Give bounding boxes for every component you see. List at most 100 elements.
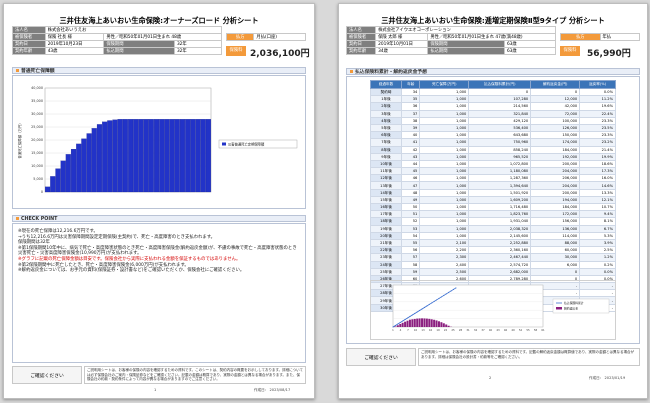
table-cell: 13年後	[369, 181, 403, 190]
x-tick-label: 55	[526, 328, 530, 332]
table-cell: 23.2%	[579, 138, 616, 147]
premium-point	[450, 290, 452, 292]
check-point-box: ※現在の死亡保障は12,216.6万円です。 →うち12,216.6万円は災害保…	[12, 223, 306, 363]
table-cell: 49	[401, 195, 421, 205]
table-cell: 1,000	[419, 123, 470, 133]
table-cell: 1,000	[419, 174, 470, 183]
legend: 災害普通死亡定期保障額	[218, 139, 298, 149]
x-tick-label: 52	[519, 328, 523, 332]
table-cell: 21年後	[369, 238, 403, 248]
bar	[159, 119, 165, 193]
insured-detail: 男性／昭和50年01月01日生まれ 47歳(満48歳)	[427, 33, 556, 41]
premium-point	[392, 326, 394, 328]
surrender-bar	[437, 321, 440, 327]
premium-amount: 56,990円	[587, 49, 631, 59]
section-marker-icon	[16, 217, 19, 220]
table-cell: 5年後	[369, 123, 403, 133]
table-cell: 15年後	[369, 195, 403, 205]
table-cell: 1,000	[419, 152, 470, 161]
x-tick-label: 43	[496, 328, 500, 332]
table-cell: 1,000	[419, 138, 470, 147]
corporation-name: 株式会社あいうえお	[44, 26, 223, 34]
bar	[143, 119, 149, 193]
premium-point	[433, 300, 435, 303]
label-pay-period: 払込期間	[103, 47, 175, 55]
insured-name: 保険 社長 様	[44, 33, 105, 41]
death-benefit-bar-chart: 0 5,000 10,000 15,000 20,000 25,000 30,000 35,0…	[17, 86, 298, 194]
table-cell: 51	[401, 210, 421, 219]
section-header-check-point: CHECK POINT	[12, 215, 306, 222]
table-cell: 23.3%	[579, 116, 616, 125]
table-row: 23年後 57 2,300 2,467,440 30,000 1.2%	[369, 253, 616, 262]
surrender-bar	[445, 324, 448, 327]
table-cell: 3.9%	[579, 238, 616, 248]
table-cell: 643,680	[468, 131, 532, 140]
table-cell: 174,000	[530, 138, 581, 147]
table-cell: 36	[401, 102, 421, 111]
bar	[81, 138, 87, 193]
table-cell: 2,300	[419, 253, 470, 262]
table-cell: 1,000	[419, 167, 470, 176]
table-cell: 172,000	[530, 210, 581, 219]
disclaimer-note: ご説明用シートは、お客様の保険の内容を確認するための資料です。このシートは、契約…	[84, 366, 306, 384]
label-pay-method: 払方	[225, 33, 255, 41]
table-cell: 184,000	[530, 145, 581, 154]
table-cell: 54	[401, 231, 421, 240]
table-header-cell: 年齢	[401, 80, 421, 89]
bar	[138, 119, 144, 193]
contract-age: 34歳	[375, 47, 429, 55]
surrender-bar	[406, 320, 409, 327]
label-premium: 保険料	[560, 46, 580, 56]
label-term: 保険期間	[103, 40, 175, 48]
table-cell: 100,000	[530, 116, 581, 125]
table-cell: 23.5%	[579, 123, 616, 133]
table-row: 2年後 36 1,000 214,560 42,000 19.6%	[369, 102, 616, 111]
x-tick-label: 31	[466, 328, 470, 332]
table-cell: 1,287,360	[468, 174, 532, 183]
bar	[148, 119, 154, 193]
disclaimer-note: ご説明用シートは、お客様の保険の内容を確認するための資料です。記載の解約返戻金額…	[418, 348, 640, 366]
section-header-surrender: 払込保険料累計・解約返戻金予想	[346, 68, 640, 75]
bar	[128, 119, 134, 193]
table-cell: 204,000	[530, 181, 581, 190]
premium-amount: 2,036,100円	[250, 49, 310, 59]
contract-date: 2019年10月01日	[375, 40, 429, 48]
x-tick-label: 58	[534, 328, 538, 332]
table-row: 契約時 34 1,000 0 0 0.0%	[369, 87, 616, 97]
table-cell: 57	[401, 253, 421, 262]
x-tick-label: 25	[451, 328, 455, 332]
bar	[164, 119, 170, 193]
surrender-bar	[423, 318, 426, 327]
label-contract-date: 契約日	[12, 40, 46, 48]
table-cell: 1,000	[419, 181, 470, 190]
x-tick-label: 13	[421, 328, 425, 332]
bar	[169, 119, 175, 193]
table-cell: 23.3%	[579, 131, 616, 140]
table-cell: 2,400	[419, 260, 470, 269]
premium-point	[448, 291, 450, 294]
table-cell: 17年後	[369, 210, 403, 219]
surrender-bar	[411, 319, 414, 327]
table-cell: 1,609,200	[468, 195, 532, 205]
table-cell: 13.3%	[579, 188, 616, 197]
table-cell: 1,394,640	[468, 181, 532, 190]
table-cell: 14.6%	[579, 181, 616, 190]
table-cell: 11.2%	[579, 95, 616, 104]
surrender-bar	[433, 319, 436, 327]
table-cell: 12.1%	[579, 195, 616, 205]
table-cell: 8年後	[369, 145, 403, 154]
table-cell: 4年後	[369, 116, 403, 125]
table-cell: 58	[401, 260, 421, 269]
x-tick-label: 61	[541, 328, 545, 332]
table-row: 7年後 41 1,000 750,960 174,000 23.2%	[369, 138, 616, 147]
table-cell: 5.3%	[579, 231, 616, 240]
table-cell: 6.7%	[579, 224, 616, 233]
table-cell: 6,000	[530, 260, 581, 269]
sheet-title: 三井住友海上あいおい生命保険:オーナーズロード 分析シート	[59, 16, 259, 25]
table-header-cell: 死亡保障(万円)	[419, 80, 470, 89]
premium-point	[440, 296, 442, 298]
table-row: 16年後 50 1,000 1,716,480 184,000 10.7%	[369, 202, 616, 212]
section-header-death-benefit: 普通死亡保障額	[12, 67, 306, 74]
surrender-bar	[396, 325, 399, 327]
insured-detail: 男性／昭和50年01月01日生まれ 48歳	[103, 33, 222, 41]
